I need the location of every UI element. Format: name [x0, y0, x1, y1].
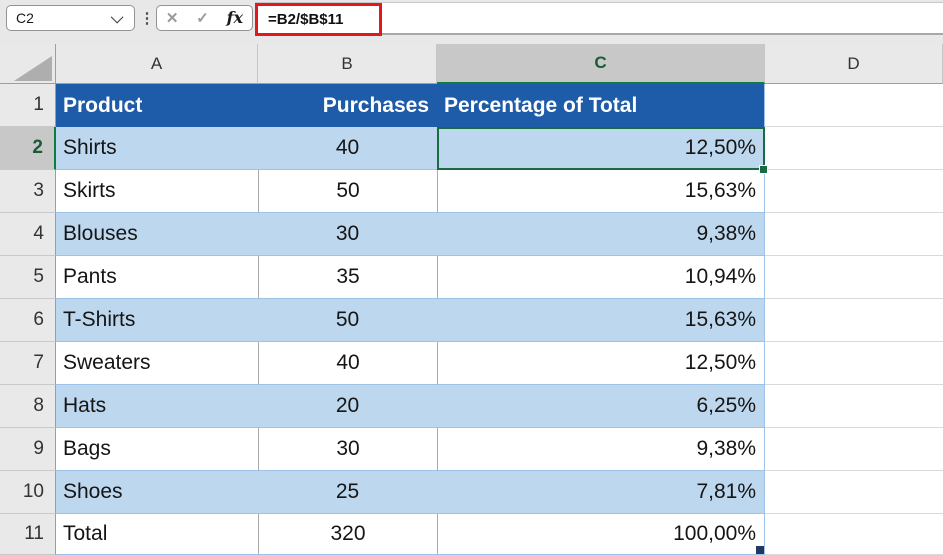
cell-C3[interactable]: 15,63%: [437, 170, 765, 213]
table-resize-handle[interactable]: [756, 546, 764, 554]
row-header-11[interactable]: 11: [0, 514, 56, 555]
cell-C4[interactable]: 9,38%: [437, 213, 765, 256]
cell-A6[interactable]: T-Shirts: [56, 299, 258, 342]
formula-bar-region: C2 ⋮ ✕ ✓ fx =B2/$B$11: [0, 0, 943, 44]
formula-input[interactable]: =B2/$B$11: [255, 2, 943, 36]
row-header-6[interactable]: 6: [0, 299, 56, 342]
cell-B11[interactable]: 320: [258, 514, 437, 555]
cell-C2[interactable]: 12,50%: [437, 127, 765, 170]
row-header-9[interactable]: 9: [0, 428, 56, 471]
cell-B2[interactable]: 40: [258, 127, 437, 170]
cell-A9[interactable]: Bags: [56, 428, 258, 471]
formula-text: =B2/$B$11: [268, 11, 344, 28]
row-header-3[interactable]: 3: [0, 170, 56, 213]
row-header-2[interactable]: 2: [0, 127, 56, 170]
cell-D2[interactable]: [765, 127, 943, 170]
cell-B9[interactable]: 30: [258, 428, 437, 471]
cell-B5[interactable]: 35: [258, 256, 437, 299]
name-box[interactable]: C2: [6, 5, 135, 31]
cell-D10[interactable]: [765, 471, 943, 514]
cell-D4[interactable]: [765, 213, 943, 256]
cell-B6[interactable]: 50: [258, 299, 437, 342]
formula-buttons-group: ✕ ✓ fx: [156, 5, 253, 31]
cell-D6[interactable]: [765, 299, 943, 342]
row-header-10[interactable]: 10: [0, 471, 56, 514]
cell-A8[interactable]: Hats: [56, 385, 258, 428]
cell-A5[interactable]: Pants: [56, 256, 258, 299]
cell-D3[interactable]: [765, 170, 943, 213]
row-header-1[interactable]: 1: [0, 84, 56, 127]
select-all-triangle-icon: [14, 56, 52, 81]
column-header-D[interactable]: D: [765, 44, 943, 84]
cell-C10[interactable]: 7,81%: [437, 471, 765, 514]
cell-C1[interactable]: Percentage of Total: [437, 84, 765, 127]
cell-D9[interactable]: [765, 428, 943, 471]
cell-C7[interactable]: 12,50%: [437, 342, 765, 385]
cell-C11[interactable]: 100,00%: [437, 514, 765, 555]
row-header-7[interactable]: 7: [0, 342, 56, 385]
name-box-value: C2: [16, 10, 34, 26]
fill-handle[interactable]: [759, 165, 768, 174]
cell-C5[interactable]: 10,94%: [437, 256, 765, 299]
row-header-4[interactable]: 4: [0, 213, 56, 256]
enter-icon[interactable]: ✓: [196, 11, 209, 26]
cell-B1[interactable]: Purchases: [258, 84, 437, 127]
cell-C6[interactable]: 15,63%: [437, 299, 765, 342]
cell-D8[interactable]: [765, 385, 943, 428]
select-all-button[interactable]: [0, 44, 56, 84]
row-header-8[interactable]: 8: [0, 385, 56, 428]
cell-A7[interactable]: Sweaters: [56, 342, 258, 385]
formula-highlight-box: =B2/$B$11: [255, 3, 382, 36]
cell-D5[interactable]: [765, 256, 943, 299]
cell-A3[interactable]: Skirts: [56, 170, 258, 213]
cell-B4[interactable]: 30: [258, 213, 437, 256]
column-header-C[interactable]: C: [437, 44, 765, 84]
cell-C9[interactable]: 9,38%: [437, 428, 765, 471]
cell-D7[interactable]: [765, 342, 943, 385]
row-header-5[interactable]: 5: [0, 256, 56, 299]
more-options-icon[interactable]: ⋮: [140, 5, 155, 31]
cell-C8[interactable]: 6,25%: [437, 385, 765, 428]
cell-B10[interactable]: 25: [258, 471, 437, 514]
cell-A10[interactable]: Shoes: [56, 471, 258, 514]
cell-A2[interactable]: Shirts: [56, 127, 258, 170]
cell-B3[interactable]: 50: [258, 170, 437, 213]
cell-D11[interactable]: [765, 514, 943, 555]
column-header-A[interactable]: A: [56, 44, 258, 84]
cell-A1[interactable]: Product: [56, 84, 258, 127]
cell-B7[interactable]: 40: [258, 342, 437, 385]
insert-function-icon[interactable]: fx: [227, 10, 243, 26]
cell-A4[interactable]: Blouses: [56, 213, 258, 256]
cell-A11[interactable]: Total: [56, 514, 258, 555]
cancel-icon[interactable]: ✕: [166, 11, 179, 26]
cell-D1[interactable]: [765, 84, 943, 127]
cell-B8[interactable]: 20: [258, 385, 437, 428]
column-header-B[interactable]: B: [258, 44, 437, 84]
